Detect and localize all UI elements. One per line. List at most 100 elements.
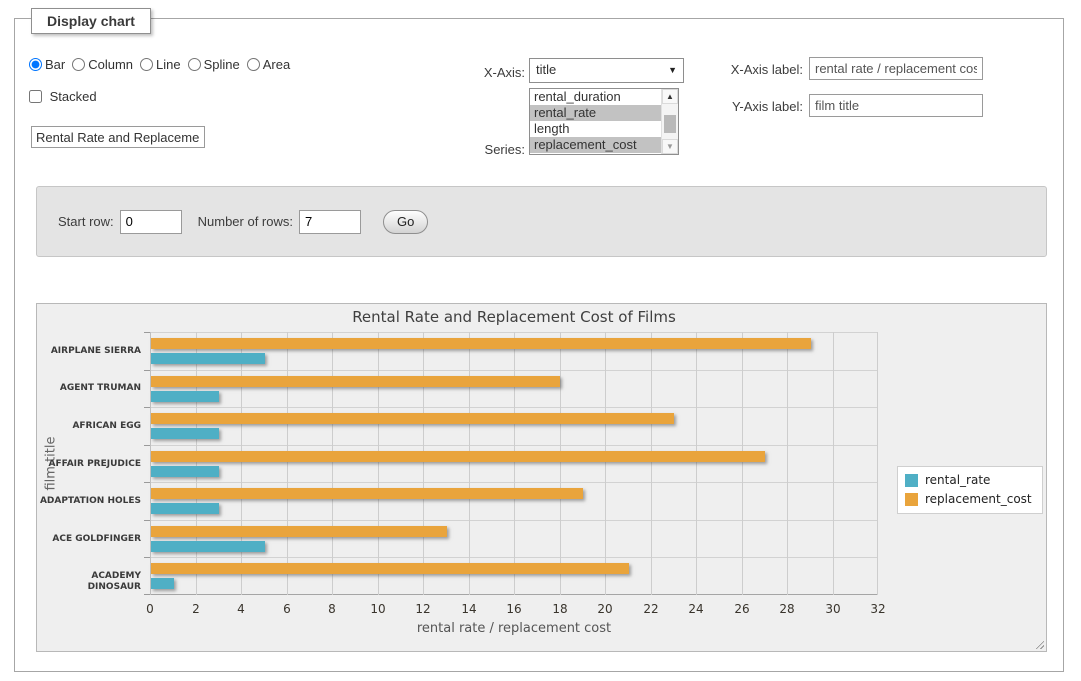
- series-listbox-label: Series:: [455, 142, 525, 157]
- category-label: AFRICAN EGG: [37, 421, 141, 432]
- start-row-label: Start row:: [58, 214, 114, 229]
- legend-item-replacement_cost[interactable]: replacement_cost: [905, 492, 1032, 506]
- chart-type-radio-area[interactable]: [247, 58, 260, 71]
- chart-type-radio-column[interactable]: [72, 58, 85, 71]
- category-label: ACADEMY DINOSAUR: [37, 571, 141, 593]
- bar-rental_rate: [151, 578, 174, 589]
- chart-type-option-line[interactable]: Line: [140, 57, 181, 72]
- x-tick-label: 6: [267, 602, 307, 616]
- legend-item-rental_rate[interactable]: rental_rate: [905, 473, 1032, 487]
- x-gridline: [241, 332, 242, 595]
- x-gridline: [877, 332, 878, 595]
- series-scrollbar[interactable]: ▲ ▼: [661, 89, 678, 154]
- bar-replacement_cost: [151, 413, 674, 424]
- bar-rental_rate: [151, 391, 219, 402]
- legend-swatch-icon: [905, 493, 918, 506]
- chart-title-input[interactable]: [31, 126, 205, 148]
- x-gridline: [651, 332, 652, 595]
- bar-rental_rate: [151, 353, 265, 364]
- category-label: ACE GOLDFINGER: [37, 534, 141, 545]
- category-label: ADAPTATION HOLES: [37, 496, 141, 507]
- x-gridline: [605, 332, 606, 595]
- x-gridline: [696, 332, 697, 595]
- x-tick-label: 12: [403, 602, 443, 616]
- bar-replacement_cost: [151, 488, 583, 499]
- fieldset-legend: Display chart: [31, 8, 151, 34]
- chart-type-label: Area: [263, 57, 290, 72]
- x-axis-select[interactable]: title ▼: [529, 58, 684, 83]
- x-tick-label: 4: [221, 602, 261, 616]
- x-tick-label: 24: [676, 602, 716, 616]
- scroll-up-icon[interactable]: ▲: [662, 89, 678, 104]
- category-label: AIRPLANE SIERRA: [37, 346, 141, 357]
- chart-type-radio-line[interactable]: [140, 58, 153, 71]
- x-gridline: [514, 332, 515, 595]
- stacked-checkbox[interactable]: [29, 90, 42, 103]
- resize-handle-icon[interactable]: [1033, 638, 1044, 649]
- chart-panel: Rental Rate and Replacement Cost of Film…: [36, 303, 1047, 652]
- chart-type-option-spline[interactable]: Spline: [188, 57, 240, 72]
- chart-type-radio-bar[interactable]: [29, 58, 42, 71]
- x-tick-label: 26: [722, 602, 762, 616]
- x-gridline: [287, 332, 288, 595]
- category-label: AGENT TRUMAN: [37, 383, 141, 394]
- chart-title: Rental Rate and Replacement Cost of Film…: [150, 308, 878, 326]
- chevron-down-icon: ▼: [668, 65, 677, 75]
- series-option-replacement_cost[interactable]: replacement_cost: [530, 137, 661, 153]
- x-gridline: [378, 332, 379, 595]
- scrollbar-thumb[interactable]: [664, 115, 676, 133]
- x-axis-label-input[interactable]: [809, 57, 983, 80]
- x-tick-label: 32: [858, 602, 898, 616]
- stacked-option[interactable]: Stacked: [29, 89, 97, 104]
- x-gridline: [150, 332, 151, 595]
- x-gridline: [332, 332, 333, 595]
- scroll-down-icon[interactable]: ▼: [662, 139, 678, 154]
- x-tick-label: 30: [813, 602, 853, 616]
- x-gridline: [423, 332, 424, 595]
- number-of-rows-input[interactable]: [299, 210, 361, 234]
- x-gridline: [742, 332, 743, 595]
- series-option-rental_duration[interactable]: rental_duration: [530, 89, 661, 105]
- x-gridline: [196, 332, 197, 595]
- x-tick-label: 10: [358, 602, 398, 616]
- bar-rental_rate: [151, 541, 265, 552]
- legend-label: replacement_cost: [925, 492, 1032, 506]
- x-tick-label: 22: [631, 602, 671, 616]
- chart-type-radio-group: Bar Column Line Spline Area: [29, 57, 297, 72]
- x-tick-label: 14: [449, 602, 489, 616]
- bar-rental_rate: [151, 466, 219, 477]
- x-gridline: [787, 332, 788, 595]
- y-axis-label-input[interactable]: [809, 94, 983, 117]
- series-options: rental_durationrental_ratelengthreplacem…: [530, 89, 661, 154]
- series-option-rental_rate[interactable]: rental_rate: [530, 105, 661, 121]
- scrollbar-track[interactable]: [662, 104, 678, 139]
- number-of-rows-label: Number of rows:: [198, 214, 293, 229]
- legend-swatch-icon: [905, 474, 918, 487]
- series-listbox[interactable]: rental_durationrental_ratelengthreplacem…: [529, 88, 679, 155]
- chart-type-label: Column: [88, 57, 133, 72]
- chart-x-axis-title: rental rate / replacement cost: [150, 621, 878, 636]
- chart-type-label: Bar: [45, 57, 65, 72]
- chart-type-option-bar[interactable]: Bar: [29, 57, 65, 72]
- bar-rental_rate: [151, 428, 219, 439]
- start-row-input[interactable]: [120, 210, 182, 234]
- chart-type-label: Spline: [204, 57, 240, 72]
- bar-replacement_cost: [151, 451, 765, 462]
- x-gridline: [560, 332, 561, 595]
- chart-type-label: Line: [156, 57, 181, 72]
- legend-label: rental_rate: [925, 473, 990, 487]
- x-tick-label: 20: [585, 602, 625, 616]
- go-button[interactable]: Go: [383, 210, 428, 234]
- chart-type-option-column[interactable]: Column: [72, 57, 133, 72]
- bar-rental_rate: [151, 503, 219, 514]
- bar-replacement_cost: [151, 526, 447, 537]
- bar-replacement_cost: [151, 563, 629, 574]
- category-label: AFFAIR PREJUDICE: [37, 459, 141, 470]
- bar-replacement_cost: [151, 338, 811, 349]
- x-tick-label: 2: [176, 602, 216, 616]
- series-option-length[interactable]: length: [530, 121, 661, 137]
- chart-type-radio-spline[interactable]: [188, 58, 201, 71]
- chart-type-option-area[interactable]: Area: [247, 57, 290, 72]
- x-tick-label: 28: [767, 602, 807, 616]
- x-tick-label: 16: [494, 602, 534, 616]
